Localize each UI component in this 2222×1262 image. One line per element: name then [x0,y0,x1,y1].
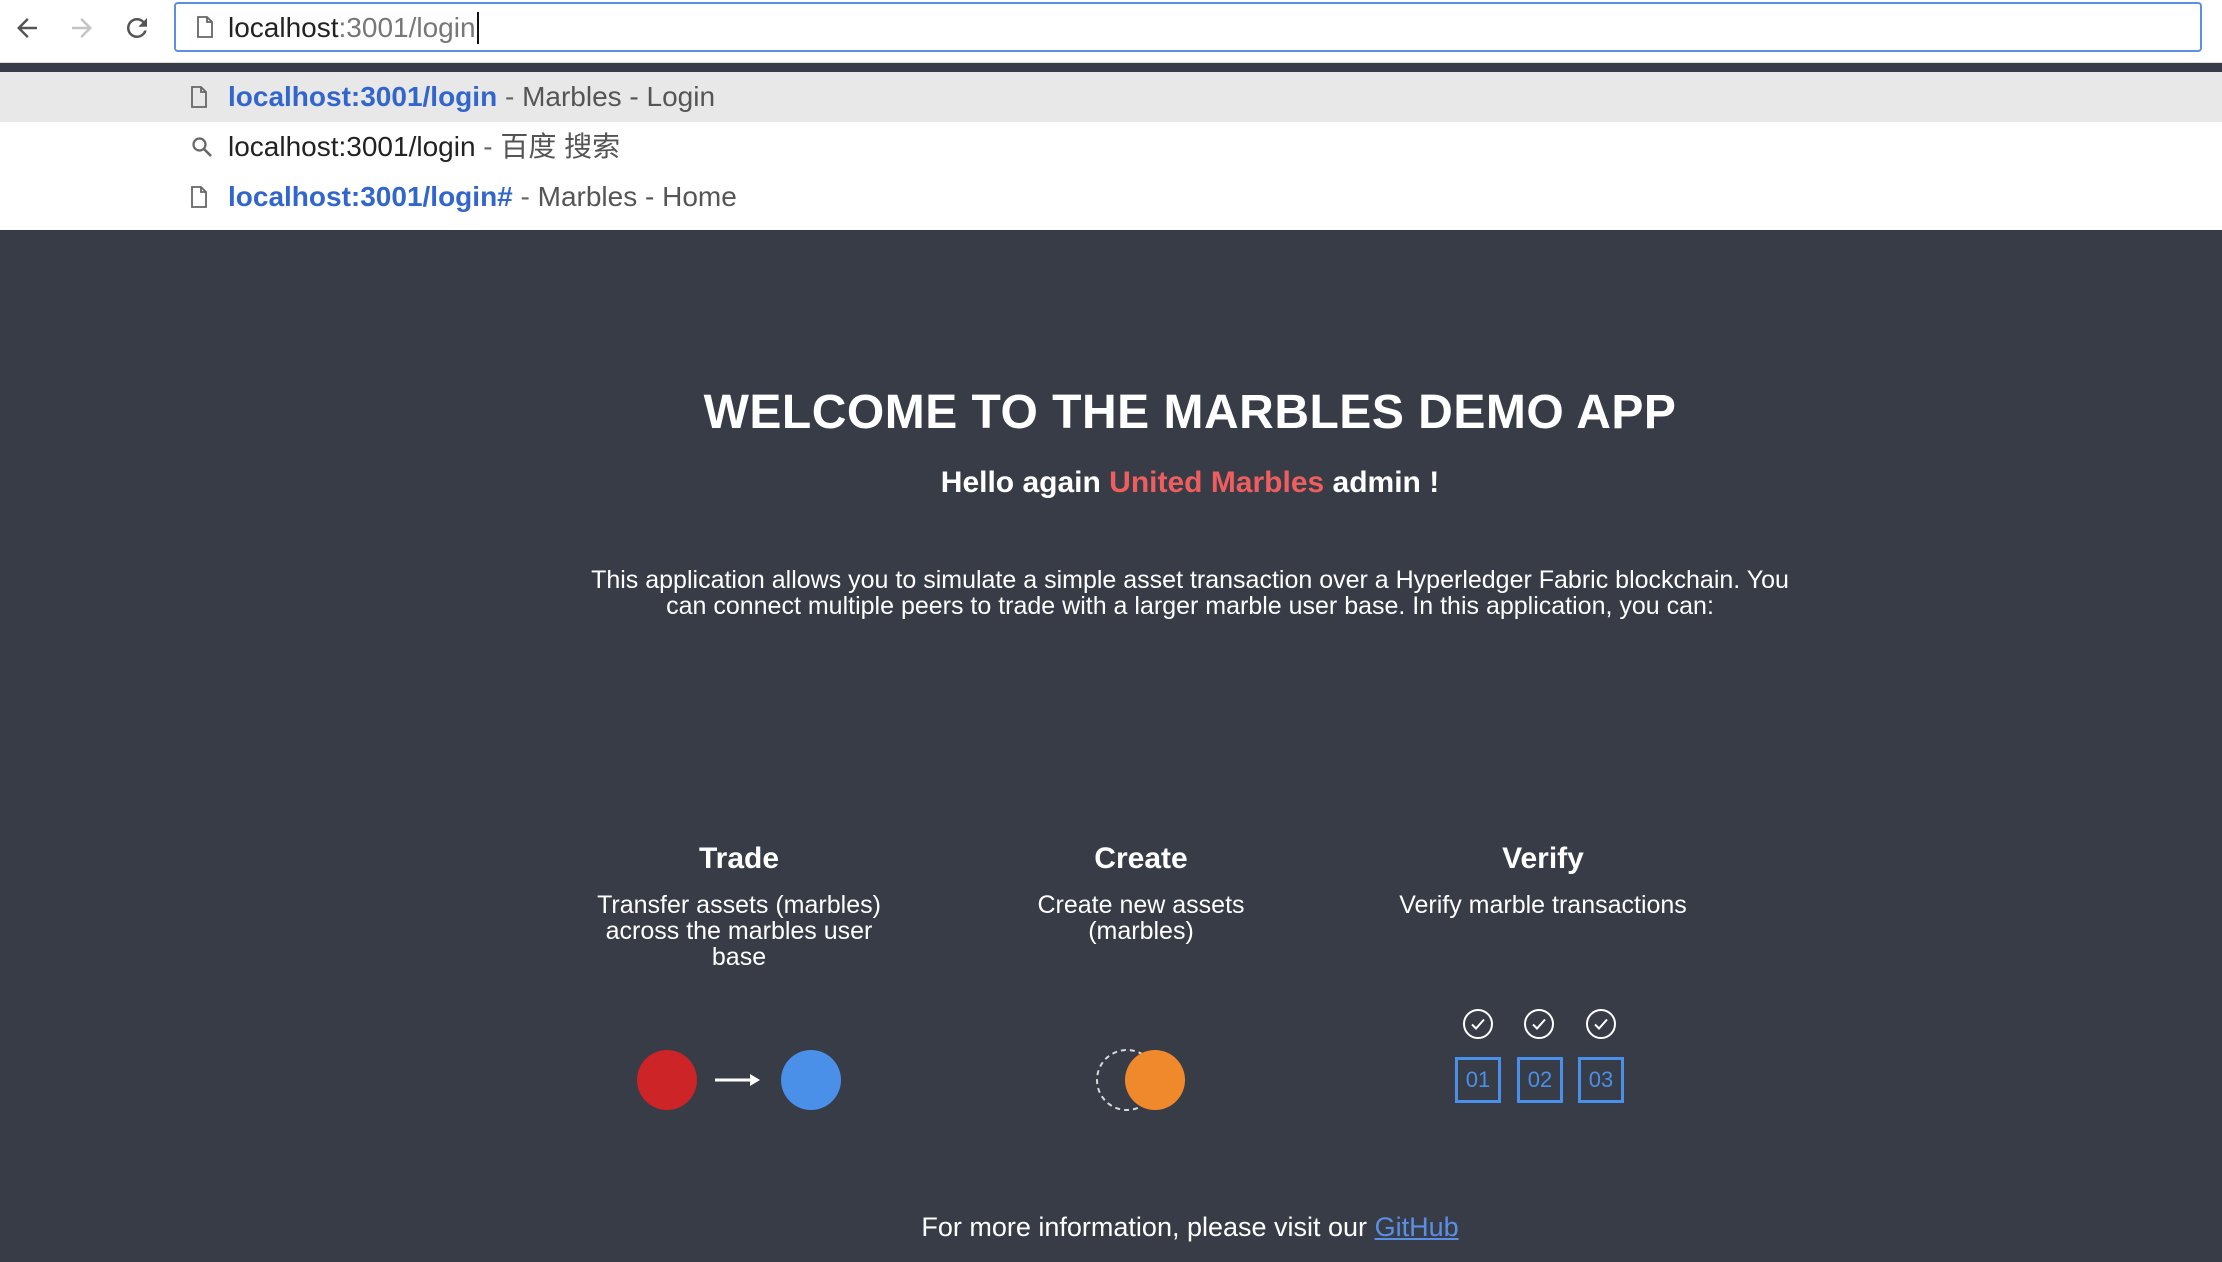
page-content: WELCOME TO THE MARBLES DEMO APP Hello ag… [0,230,2222,1262]
blue-marble [781,1050,841,1110]
arrow-left-icon [17,18,37,38]
greeting-prefix: Hello again [940,466,1110,499]
app-description: This application allows you to simulate … [591,566,1789,620]
greeting: Hello again United Marbles admin ! [0,466,2222,500]
feature-trade: Trade Transfer assets (marbles) across t… [579,842,899,970]
feature-title: Create [1094,842,1188,875]
address-bar-text: localhost:3001/login [228,4,479,50]
page-icon [191,86,207,108]
omnibox-suggestions: localhost:3001/login - Marbles - Login l… [0,72,2222,230]
arrow-right-icon [72,18,92,38]
suggestion-item[interactable]: localhost:3001/login - 百度 搜索 [0,122,2222,172]
suggestion-title: Marbles - Login [522,81,716,112]
suggestion-title: 百度 搜索 [500,131,621,162]
suggestion-url: localhost:3001/login# [228,181,513,212]
text-caret [476,11,479,44]
address-host: localhost [228,12,339,43]
arrow-right-icon [715,1074,760,1086]
search-icon [192,137,212,157]
feature-title: Trade [698,842,780,875]
orange-marble [1125,1050,1185,1110]
verify-illustration: 01 02 03 [1453,1008,1633,1120]
feature-verify: Verify Verify marble transactions [1383,842,1703,918]
suggestion-item[interactable]: localhost:3001/login - Marbles - Login [0,72,2222,122]
reload-button[interactable] [115,6,159,50]
footer-text: For more information, please visit our [921,1212,1375,1242]
suggestion-text: localhost:3001/login - Marbles - Login [228,72,715,122]
verify-block: 02 [1517,1057,1563,1103]
page-title: WELCOME TO THE MARBLES DEMO APP [703,386,1677,439]
greeting-suffix: admin ! [1324,466,1440,499]
verify-block: 01 [1455,1057,1501,1103]
verify-block: 03 [1578,1057,1624,1103]
address-bar[interactable]: localhost:3001/login [174,2,2202,52]
trade-illustration [637,1050,841,1110]
feature-description: Verify marble transactions [1399,891,1687,919]
check-circle-icon [1586,1009,1616,1039]
address-path: :3001/login [338,12,476,43]
page-icon [197,16,213,38]
github-link[interactable]: GitHub [1375,1212,1459,1242]
create-illustration [1096,1049,1185,1111]
suggestion-separator: - [512,181,538,212]
suggestion-separator: - [497,81,523,112]
reload-icon [127,18,147,38]
feature-description: Transfer assets (marbles) across the mar… [597,891,881,971]
footer-info: For more information, please visit our G… [0,1212,2222,1243]
suggestion-title: Marbles - Home [537,181,737,212]
red-marble [637,1050,697,1110]
suggestion-item[interactable]: localhost:3001/login# - Marbles - Home [0,172,2222,222]
suggestion-text: localhost:3001/login# - Marbles - Home [228,172,737,222]
page-icon [191,186,207,208]
check-circle-icon [1463,1009,1493,1039]
company-name: United Marbles [1109,466,1325,499]
suggestion-text: localhost:3001/login - 百度 搜索 [228,122,620,172]
suggestion-separator: - [475,131,501,162]
back-button[interactable] [5,6,49,50]
suggestion-url: localhost:3001/login [228,81,498,112]
check-circle-icon [1524,1009,1554,1039]
forward-button[interactable] [60,6,104,50]
feature-create: Create Create new assets (marbles) [981,842,1301,944]
browser-toolbar: localhost:3001/login [0,0,2222,63]
suggestion-url: localhost:3001/login [228,131,476,162]
feature-title: Verify [1502,842,1584,875]
feature-description: Create new assets (marbles) [1037,891,1245,945]
